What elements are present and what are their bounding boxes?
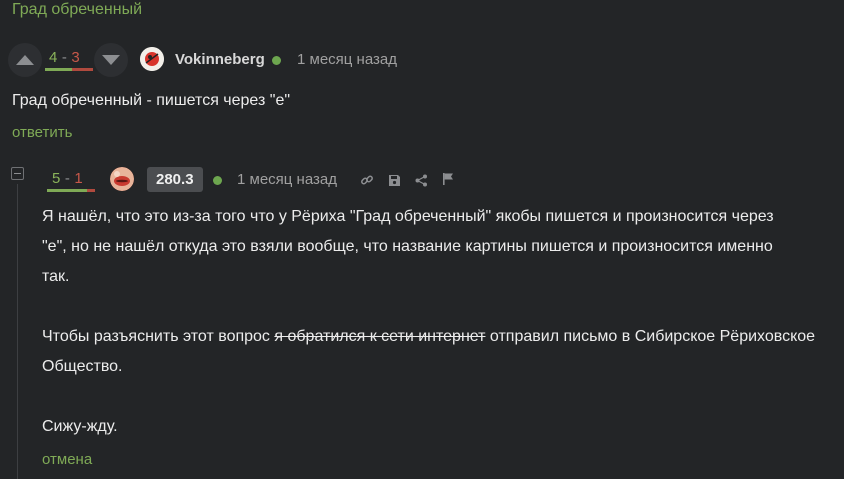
avatar[interactable]: [110, 167, 134, 191]
avatar[interactable]: [140, 47, 164, 71]
rating-bar: [45, 68, 93, 71]
story-title-link[interactable]: Град обреченный: [12, 1, 142, 19]
rating-minus: 3: [71, 49, 81, 66]
comment-rating: 4-3: [49, 49, 81, 66]
online-status-dot: [213, 176, 222, 185]
collapse-icon[interactable]: [11, 167, 24, 180]
flag-icon[interactable]: [440, 171, 456, 187]
arrow-up-icon: [16, 55, 34, 65]
comment-timestamp[interactable]: 1 месяц назад: [297, 51, 397, 68]
share-icon[interactable]: [413, 172, 429, 188]
rating-bar: [47, 189, 95, 192]
rating-plus: 5: [52, 170, 61, 187]
comment-rating: 5-1: [52, 170, 84, 187]
online-status-dot: [272, 56, 281, 65]
upvote-button[interactable]: [8, 43, 42, 77]
arrow-down-icon: [102, 55, 120, 65]
username[interactable]: Vokinneberg: [175, 51, 265, 68]
comment-text: Град обреченный - пишется через "е": [12, 92, 291, 109]
link-icon[interactable]: [359, 172, 375, 188]
reply-button[interactable]: ответить: [12, 124, 72, 141]
thread-line[interactable]: [17, 184, 18, 479]
save-icon[interactable]: [386, 172, 402, 188]
user-rating-badge: 280.3: [147, 167, 203, 192]
cancel-button[interactable]: отмена: [42, 451, 92, 468]
comment-paragraph: Чтобы разъяснить этот вопрос я обратился…: [42, 328, 816, 375]
strikethrough-text: я обратился к сети интернет: [274, 328, 486, 345]
rating-minus: 1: [74, 170, 84, 187]
rating-plus: 4: [49, 49, 58, 66]
downvote-button[interactable]: [94, 43, 128, 77]
comment-paragraph: Я нашёл, что это из-за того что у Рёриха…: [42, 208, 774, 285]
comment-paragraph: Сижу-жду.: [42, 418, 118, 435]
comment-timestamp[interactable]: 1 месяц назад: [237, 171, 337, 188]
